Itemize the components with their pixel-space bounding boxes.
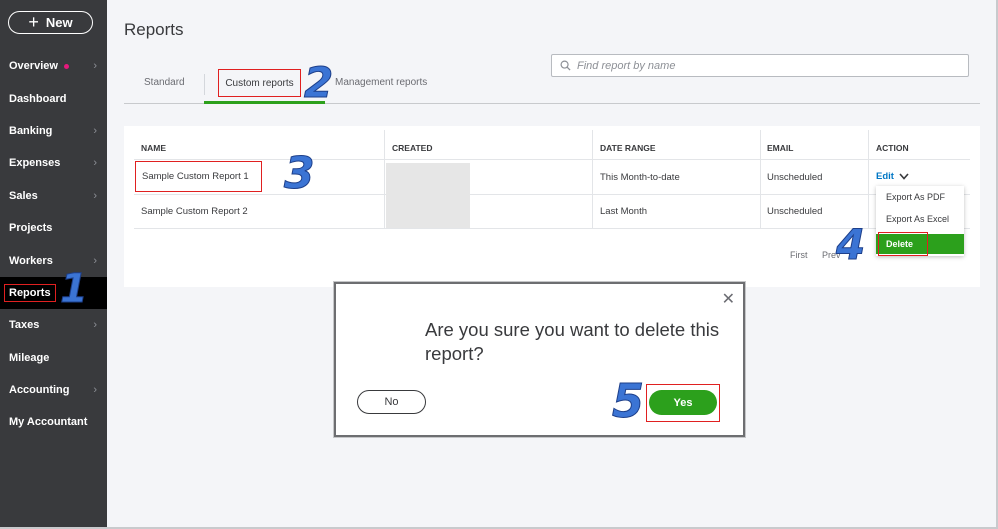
sidebar-item-overview[interactable]: Overview › bbox=[0, 50, 107, 82]
sidebar-item-label: Dashboard bbox=[9, 92, 67, 105]
sidebar-item-label: My Accountant bbox=[9, 416, 88, 429]
delete-label: Delete bbox=[878, 232, 928, 256]
search-box[interactable] bbox=[551, 54, 969, 77]
tab-standard[interactable]: Standard bbox=[144, 77, 185, 88]
chevron-right-icon: › bbox=[93, 189, 97, 202]
search-icon bbox=[560, 60, 571, 71]
column-divider bbox=[592, 130, 593, 228]
sidebar-item-label: Projects bbox=[9, 222, 53, 235]
step-annotation-4: 4 bbox=[835, 220, 866, 269]
plus-icon: + bbox=[28, 11, 39, 32]
column-header-email: EMAIL bbox=[767, 143, 794, 153]
sidebar-item-sales[interactable]: Sales › bbox=[0, 180, 107, 212]
action-dropdown-menu: Export As PDF Export As Excel Delete bbox=[876, 186, 964, 256]
pager-first[interactable]: First bbox=[790, 250, 808, 260]
column-divider bbox=[760, 130, 761, 228]
sidebar-item-label: Banking bbox=[9, 124, 53, 137]
sidebar-item-label: Accounting bbox=[9, 384, 70, 397]
header-divider bbox=[134, 159, 970, 160]
column-header-name: NAME bbox=[141, 143, 167, 153]
page-title: Reports bbox=[124, 20, 184, 39]
sidebar-item-label: Taxes bbox=[9, 319, 40, 332]
main-content: Reports Standard Custom reports Manageme… bbox=[107, 0, 998, 529]
sidebar-item-projects[interactable]: Projects bbox=[0, 212, 107, 244]
tab-custom-reports[interactable]: Custom reports bbox=[218, 69, 301, 97]
chevron-right-icon: › bbox=[93, 254, 97, 267]
chevron-right-icon: › bbox=[93, 60, 97, 73]
table-cell-email: Unscheduled bbox=[767, 206, 823, 217]
yes-button[interactable]: Yes bbox=[649, 390, 717, 415]
chevron-right-icon: › bbox=[93, 384, 97, 397]
chevron-right-icon: › bbox=[93, 124, 97, 137]
sidebar-item-my-accountant[interactable]: My Accountant bbox=[0, 406, 107, 438]
new-button[interactable]: + New bbox=[8, 11, 93, 34]
sidebar-item-label: Expenses bbox=[9, 157, 61, 170]
chevron-right-icon: › bbox=[93, 319, 97, 332]
sidebar-item-label: Overview bbox=[9, 60, 58, 73]
tab-divider bbox=[204, 74, 205, 95]
sidebar-item-reports[interactable]: Reports bbox=[0, 276, 107, 310]
sidebar: + New Overview › Dashboard Banking › Exp… bbox=[0, 0, 107, 529]
report-name-link[interactable]: Sample Custom Report 1 bbox=[135, 161, 262, 192]
sidebar-item-taxes[interactable]: Taxes › bbox=[0, 309, 107, 341]
sidebar-item-workers[interactable]: Workers › bbox=[0, 244, 107, 276]
yes-highlight: Yes bbox=[646, 384, 720, 422]
sidebar-item-mileage[interactable]: Mileage bbox=[0, 342, 107, 374]
sidebar-nav: Overview › Dashboard Banking › Expenses … bbox=[0, 50, 107, 439]
sidebar-item-label: Mileage bbox=[9, 351, 50, 364]
step-annotation-2: 2 bbox=[303, 58, 334, 107]
table-cell-date-range: Last Month bbox=[600, 206, 647, 217]
column-header-created: CREATED bbox=[392, 143, 433, 153]
menu-item-export-excel[interactable]: Export As Excel bbox=[876, 208, 964, 230]
step-annotation-5: 5 bbox=[611, 374, 645, 428]
row-divider bbox=[134, 194, 970, 195]
menu-item-delete[interactable]: Delete bbox=[876, 232, 964, 256]
column-divider bbox=[384, 130, 385, 228]
notification-dot-icon bbox=[63, 63, 69, 69]
menu-item-export-pdf[interactable]: Export As PDF bbox=[876, 186, 964, 208]
table-cell-date-range: This Month-to-date bbox=[600, 172, 680, 183]
sidebar-item-label: Workers bbox=[9, 254, 53, 267]
search-input[interactable] bbox=[577, 59, 957, 72]
tab-management-reports[interactable]: Management reports bbox=[335, 77, 427, 88]
chevron-right-icon: › bbox=[93, 157, 97, 170]
sidebar-item-expenses[interactable]: Expenses › bbox=[0, 147, 107, 179]
created-placeholder bbox=[386, 163, 470, 228]
sidebar-item-accounting[interactable]: Accounting › bbox=[0, 374, 107, 406]
sidebar-item-label: Sales bbox=[9, 189, 38, 202]
sidebar-item-banking[interactable]: Banking › bbox=[0, 115, 107, 147]
edit-action-button[interactable]: Edit bbox=[876, 171, 909, 182]
sidebar-item-label: Reports bbox=[4, 283, 56, 302]
edit-label: Edit bbox=[876, 171, 894, 182]
step-annotation-3: 3 bbox=[284, 148, 316, 199]
chevron-down-icon bbox=[899, 173, 909, 180]
table-cell-email: Unscheduled bbox=[767, 172, 823, 183]
report-name-link[interactable]: Sample Custom Report 2 bbox=[141, 206, 248, 217]
reports-table-card: NAME CREATED DATE RANGE EMAIL ACTION Sam… bbox=[124, 126, 980, 287]
new-button-label: New bbox=[45, 15, 73, 30]
column-header-action: ACTION bbox=[876, 143, 909, 153]
no-button[interactable]: No bbox=[357, 390, 426, 414]
column-header-date-range: DATE RANGE bbox=[600, 143, 656, 153]
step-annotation-1: 1 bbox=[60, 266, 89, 312]
dialog-question: Are you sure you want to delete this rep… bbox=[425, 319, 720, 364]
delete-confirm-dialog: ✕ Are you sure you want to delete this r… bbox=[334, 282, 745, 437]
close-icon[interactable]: ✕ bbox=[722, 289, 735, 308]
sidebar-item-dashboard[interactable]: Dashboard bbox=[0, 82, 107, 114]
column-divider bbox=[868, 130, 869, 228]
